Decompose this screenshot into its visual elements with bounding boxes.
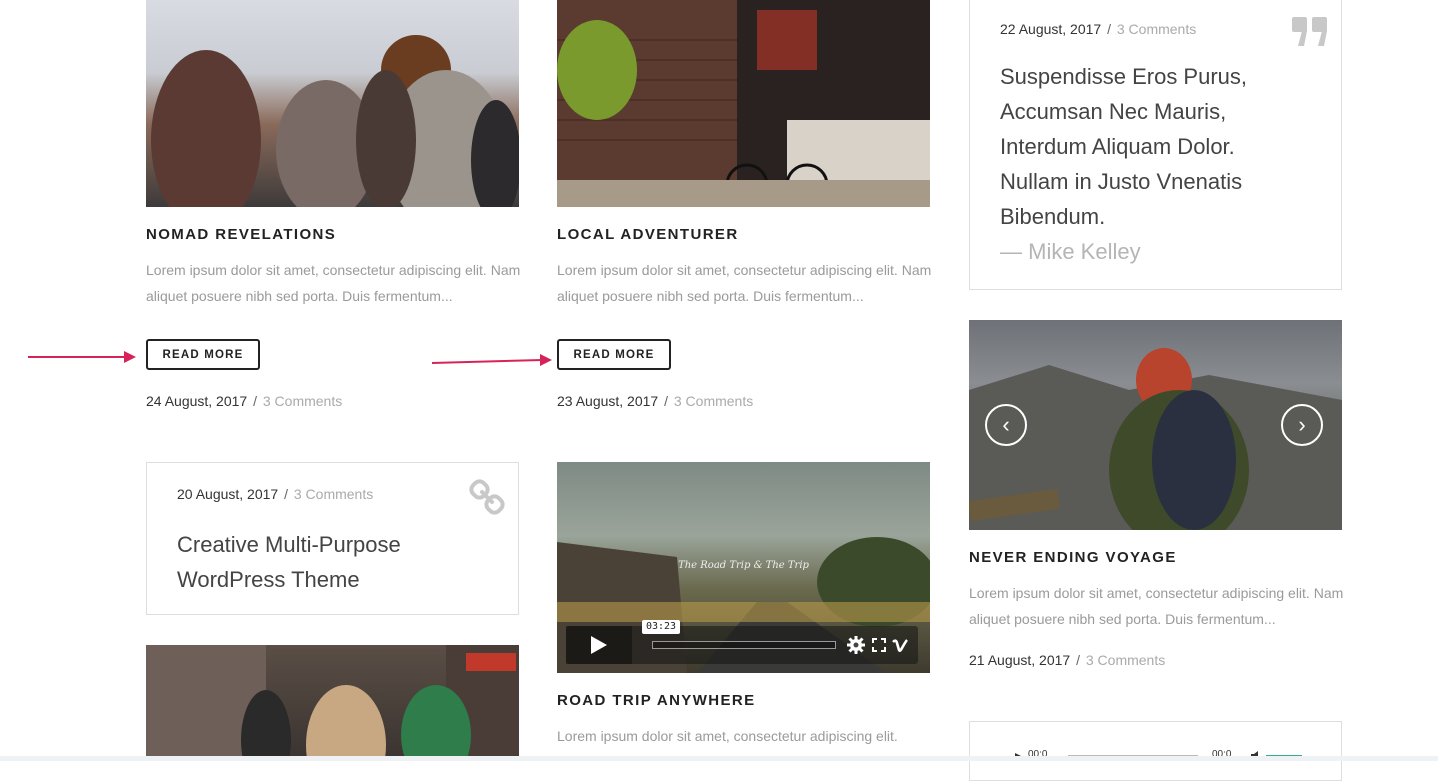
quote-body: Suspendisse Eros Purus, Accumsan Nec Mau… bbox=[1000, 64, 1248, 229]
link-post-card: 20 August, 2017 / 3 Comments Creative Mu… bbox=[146, 462, 519, 615]
meta-separator: / bbox=[1107, 21, 1111, 37]
video-progress-bar[interactable] bbox=[652, 641, 836, 649]
post-image-city-street[interactable] bbox=[146, 645, 519, 761]
comments-link[interactable]: 3 Comments bbox=[1086, 652, 1165, 668]
annotation-arrow bbox=[432, 354, 552, 366]
play-button[interactable] bbox=[566, 626, 632, 664]
quote-post-card: 22 August, 2017 / 3 Comments Suspendisse… bbox=[969, 0, 1342, 290]
post-image-local-adventurer[interactable] bbox=[557, 0, 930, 207]
post-meta: 22 August, 2017 / 3 Comments bbox=[1000, 21, 1196, 37]
video-player-controls: 03:23 bbox=[566, 620, 918, 664]
cafe-photo bbox=[557, 0, 930, 207]
read-more-button[interactable]: READ MORE bbox=[557, 339, 671, 370]
comments-link[interactable]: 3 Comments bbox=[294, 486, 373, 502]
city-photo bbox=[146, 645, 519, 761]
meta-separator: / bbox=[284, 486, 288, 502]
video-overlay-title: The Road Trip & The Trip bbox=[678, 560, 809, 571]
crowd-photo bbox=[151, 35, 519, 207]
comments-link[interactable]: 3 Comments bbox=[1117, 21, 1196, 37]
link-post-title[interactable]: Creative Multi-Purpose WordPress Theme bbox=[177, 527, 477, 597]
quote-author: — Mike Kelley bbox=[1000, 239, 1141, 264]
annotation-arrow bbox=[28, 351, 136, 363]
comments-link[interactable]: 3 Comments bbox=[263, 393, 342, 409]
meta-separator: / bbox=[664, 393, 668, 409]
page-bottom-edge bbox=[0, 756, 1438, 761]
read-more-button[interactable]: READ MORE bbox=[146, 339, 260, 370]
meta-separator: / bbox=[253, 393, 257, 409]
settings-gear-icon[interactable] bbox=[847, 636, 865, 654]
post-image-nomad-revelations[interactable] bbox=[146, 0, 519, 207]
link-icon bbox=[469, 479, 505, 515]
quote-text: Suspendisse Eros Purus, Accumsan Nec Mau… bbox=[1000, 59, 1300, 269]
vimeo-logo-icon[interactable] bbox=[892, 637, 908, 653]
slider-prev-button[interactable]: ‹ bbox=[985, 404, 1027, 446]
post-date: 23 August, 2017 bbox=[557, 393, 659, 409]
post-date: 24 August, 2017 bbox=[146, 393, 248, 409]
post-date: 22 August, 2017 bbox=[1000, 21, 1102, 37]
post-title[interactable]: LOCAL ADVENTURER bbox=[557, 226, 739, 243]
meta-separator: / bbox=[1076, 652, 1080, 668]
fullscreen-icon[interactable] bbox=[872, 638, 886, 652]
post-excerpt: Lorem ipsum dolor sit amet, consectetur … bbox=[969, 585, 1344, 627]
video-time: 03:23 bbox=[642, 620, 680, 634]
quote-icon bbox=[1292, 17, 1327, 46]
post-meta: 24 August, 2017 / 3 Comments bbox=[146, 393, 342, 409]
post-meta: 23 August, 2017 / 3 Comments bbox=[557, 393, 753, 409]
post-date: 20 August, 2017 bbox=[177, 486, 279, 502]
post-meta: 20 August, 2017 / 3 Comments bbox=[177, 486, 373, 502]
post-excerpt: Lorem ipsum dolor sit amet, consectetur … bbox=[146, 262, 521, 304]
play-icon bbox=[591, 636, 607, 654]
comments-link[interactable]: 3 Comments bbox=[674, 393, 753, 409]
post-title[interactable]: NEVER ENDING VOYAGE bbox=[969, 549, 1177, 566]
post-title[interactable]: NOMAD REVELATIONS bbox=[146, 226, 336, 243]
post-title[interactable]: ROAD TRIP ANYWHERE bbox=[557, 692, 756, 709]
video-embed[interactable]: The Road Trip & The Trip 03:23 bbox=[557, 462, 930, 673]
post-excerpt: Lorem ipsum dolor sit amet, consectetur … bbox=[557, 262, 932, 304]
post-meta: 21 August, 2017 / 3 Comments bbox=[969, 652, 1165, 668]
post-date: 21 August, 2017 bbox=[969, 652, 1071, 668]
post-excerpt: Lorem ipsum dolor sit amet, consectetur … bbox=[557, 728, 898, 744]
slider-next-button[interactable]: › bbox=[1281, 404, 1323, 446]
gallery-slider[interactable]: ‹ › bbox=[969, 320, 1342, 530]
audio-post-card: 00:0 00:0 bbox=[969, 721, 1342, 781]
